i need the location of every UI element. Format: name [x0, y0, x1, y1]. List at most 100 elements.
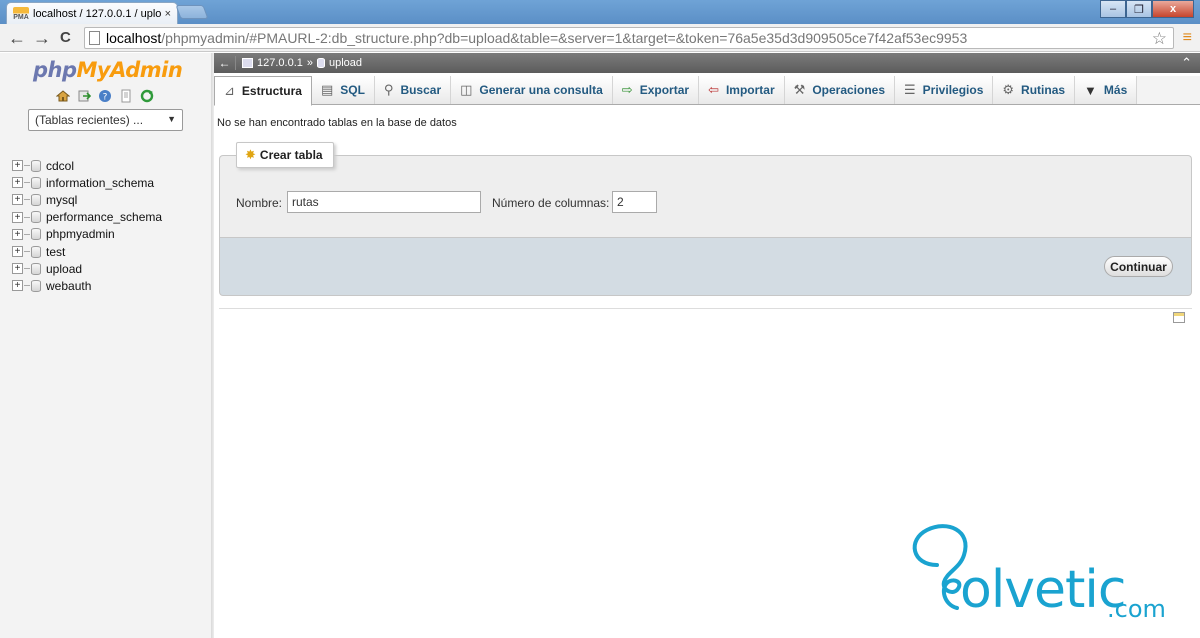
database-tree: + cdcol + information_schema + mysql + perfo… — [12, 157, 162, 295]
tab-label: Importar — [725, 83, 775, 97]
tab-label: Exportar — [639, 83, 690, 97]
tab-label: Rutinas — [1021, 83, 1066, 97]
expand-icon[interactable]: + — [12, 160, 23, 172]
docs-icon[interactable] — [119, 89, 133, 103]
address-bar[interactable]: localhost/phpmyadmin/#PMAURL-2:db_struct… — [84, 27, 1174, 49]
more-icon: ▼ — [1084, 82, 1097, 98]
sql-icon: ▤ — [320, 82, 334, 97]
routines-icon: ⚙ — [1002, 82, 1015, 97]
tab-close-icon[interactable]: × — [165, 8, 171, 20]
database-name[interactable]: test — [46, 245, 65, 259]
database-name[interactable]: upload — [46, 262, 82, 276]
tab-buscar[interactable]: ⚲ Buscar — [374, 76, 452, 104]
export-icon: ⇨ — [621, 82, 633, 97]
database-name[interactable]: performance_schema — [46, 210, 162, 224]
svg-text:?: ? — [103, 93, 108, 103]
expand-icon[interactable]: + — [12, 228, 23, 240]
reload-icon[interactable]: C — [60, 28, 71, 48]
maximize-button[interactable]: ❐ — [1126, 0, 1152, 18]
home-icon[interactable] — [55, 89, 71, 103]
database-icon — [31, 262, 41, 275]
expand-icon[interactable]: + — [12, 177, 23, 189]
back-icon[interactable]: ← — [8, 28, 26, 48]
expand-icon[interactable]: + — [12, 263, 23, 275]
database-item[interactable]: + webauth — [12, 277, 162, 294]
breadcrumb-database[interactable]: upload — [317, 57, 362, 69]
database-item[interactable]: + information_schema — [12, 174, 162, 191]
search-icon: ⚲ — [383, 82, 394, 97]
database-name[interactable]: webauth — [46, 279, 91, 293]
new-tab-button[interactable] — [175, 5, 209, 19]
expand-icon[interactable]: + — [12, 211, 23, 223]
database-icon — [31, 245, 41, 258]
url-host: localhost — [106, 30, 162, 46]
logo-myadmin: MyAdmin — [76, 58, 183, 82]
tab-operaciones[interactable]: ⚒ Operaciones — [784, 76, 896, 104]
window-close-button[interactable]: x — [1152, 0, 1194, 18]
table-name-input[interactable] — [287, 191, 481, 213]
divider — [219, 308, 1192, 309]
create-table-title: Crear tabla — [259, 148, 323, 162]
phpmyadmin-logo[interactable]: phpMyAdmin — [33, 58, 183, 82]
panel-resizer[interactable] — [211, 53, 214, 638]
collapse-panel-icon[interactable]: ← — [214, 56, 236, 70]
help-icon[interactable]: ? — [98, 89, 112, 103]
navigation-panel: phpMyAdmin ? (Tablas recientes) ... ▼ + c… — [0, 53, 212, 638]
expand-icon[interactable]: + — [12, 246, 23, 258]
main-tabs: ⊿ Estructura ▤ SQL ⚲ Buscar ◫ Generar una co… — [214, 76, 1200, 106]
minimize-button[interactable]: – — [1100, 0, 1126, 18]
tab-label: Estructura — [241, 84, 302, 98]
database-item[interactable]: + mysql — [12, 191, 162, 208]
browser-menu-icon[interactable]: ≡ — [1183, 29, 1192, 47]
continue-button[interactable]: Continuar — [1104, 256, 1173, 277]
database-item[interactable]: + upload — [12, 260, 162, 277]
reload-navigation-icon[interactable] — [140, 89, 154, 103]
tab-mas[interactable]: ▼ Más — [1075, 76, 1138, 104]
expand-icon[interactable]: + — [12, 194, 23, 206]
tab-rutinas[interactable]: ⚙ Rutinas — [993, 76, 1076, 104]
database-name[interactable]: mysql — [46, 193, 77, 207]
tab-estructura[interactable]: ⊿ Estructura — [214, 76, 312, 106]
breadcrumb-server[interactable]: 127.0.0.1 — [242, 57, 303, 69]
database-name[interactable]: information_schema — [46, 176, 154, 190]
expand-icon[interactable]: + — [12, 280, 23, 292]
url-path: /phpmyadmin/#PMAURL-2:db_structure.php?d… — [161, 30, 968, 46]
database-icon — [31, 228, 41, 241]
database-icon — [31, 211, 41, 224]
table-name-label: Nombre: — [236, 196, 283, 210]
database-item[interactable]: + phpmyadmin — [12, 226, 162, 243]
database-item[interactable]: + performance_schema — [12, 209, 162, 226]
tab-sql[interactable]: ▤ SQL — [311, 76, 375, 104]
recent-tables-select[interactable]: (Tablas recientes) ... ▼ — [28, 109, 183, 131]
bookmark-star-icon[interactable]: ☆ — [1152, 29, 1167, 49]
database-name[interactable]: cdcol — [46, 159, 74, 173]
database-name[interactable]: phpmyadmin — [46, 227, 115, 241]
logout-icon[interactable] — [77, 89, 92, 103]
tab-label: Privilegios — [922, 83, 984, 97]
browser-toolbar: ← → C localhost/phpmyadmin/#PMAURL-2:db_… — [0, 24, 1200, 52]
tab-label: Generar una consulta — [479, 83, 603, 97]
url-text: localhost/phpmyadmin/#PMAURL-2:db_struct… — [106, 30, 967, 46]
columns-count-input[interactable] — [612, 191, 657, 213]
console-icon[interactable] — [1173, 312, 1185, 323]
tab-importar[interactable]: ⇦ Importar — [699, 76, 785, 104]
forward-icon[interactable]: → — [33, 28, 51, 48]
browser-tab[interactable]: PMA localhost / 127.0.0.1 / uplo × — [6, 2, 178, 24]
wrench-icon: ⚒ — [793, 82, 806, 97]
database-item[interactable]: + cdcol — [12, 157, 162, 174]
database-icon — [31, 176, 41, 189]
recent-tables-value: (Tablas recientes) ... — [35, 113, 144, 127]
privileges-icon: ☰ — [904, 82, 916, 97]
scroll-up-icon[interactable]: ⌃ — [1181, 55, 1192, 71]
tab-label: Buscar — [400, 83, 442, 97]
tab-exportar[interactable]: ⇨ Exportar — [612, 76, 700, 104]
tab-generar-consulta[interactable]: ◫ Generar una consulta — [451, 76, 613, 104]
page-icon — [89, 31, 100, 45]
browser-titlebar: PMA localhost / 127.0.0.1 / uplo × – ❐ x — [0, 0, 1200, 24]
columns-count-label: Número de columnas: — [492, 196, 610, 210]
database-icon — [31, 279, 41, 292]
database-item[interactable]: + test — [12, 243, 162, 260]
tab-privilegios[interactable]: ☰ Privilegios — [895, 76, 994, 104]
structure-icon: ⊿ — [224, 83, 235, 98]
breadcrumb-separator: » — [306, 57, 313, 69]
